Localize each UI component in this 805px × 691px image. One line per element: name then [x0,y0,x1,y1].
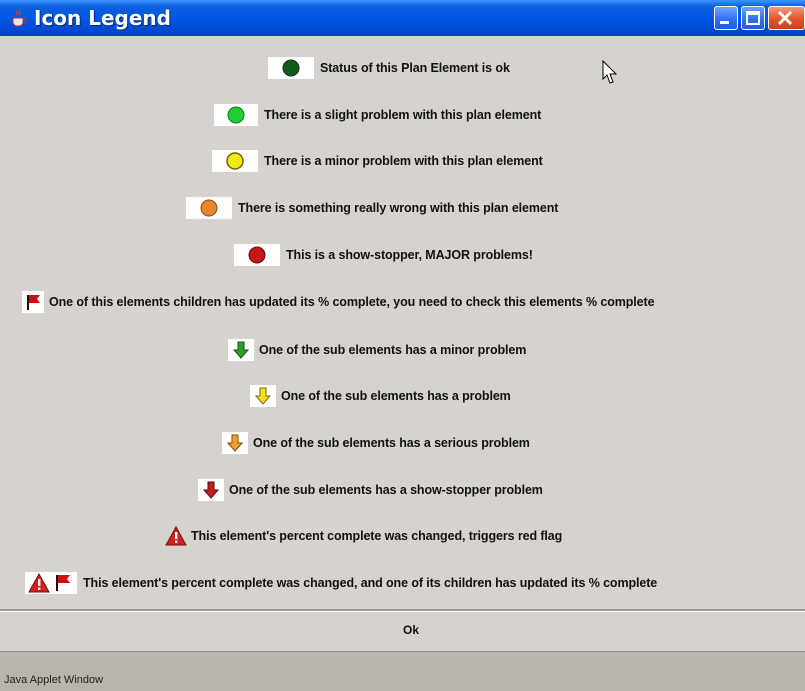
legend-label: One of the sub elements has a problem [281,389,511,403]
minimize-icon [720,21,729,24]
close-button[interactable] [768,6,805,30]
red-down-arrow-icon [198,479,224,501]
legend-label: One of the sub elements has a minor prob… [259,343,527,357]
legend-label: Status of this Plan Element is ok [320,61,510,75]
warning-triangle-and-flag-icon [25,572,77,594]
warning-triangle-icon [164,525,188,547]
legend-label: This element's percent complete was chan… [191,529,563,543]
legend-label: One of the sub elements has a serious pr… [253,436,530,450]
legend-row: There is a minor problem with this plan … [0,149,805,173]
legend-label: There is a minor problem with this plan … [264,154,543,168]
legend-content: Status of this Plan Element is ok There … [0,36,805,610]
legend-label: There is a slight problem with this plan… [264,108,542,122]
yellow-status-icon [212,150,258,172]
legend-row: Status of this Plan Element is ok [0,56,805,80]
java-cup-icon [12,9,27,27]
minimize-button[interactable] [714,6,738,30]
legend-label: One of the sub elements has a show-stopp… [229,483,543,497]
mouse-cursor-icon [602,60,618,84]
legend-label: This element's percent complete was chan… [83,576,658,590]
legend-label: One of this elements children has update… [49,295,655,309]
green-down-arrow-icon [228,339,254,361]
status-bar: Java Applet Window [0,651,805,691]
legend-row: One of the sub elements has a minor prob… [0,338,805,362]
title-bar[interactable]: Icon Legend [0,0,805,36]
legend-row: One of the sub elements has a problem [0,384,805,408]
red-status-icon [234,244,280,266]
legend-row: There is something really wrong with thi… [0,196,805,220]
legend-row: This element's percent complete was chan… [0,524,805,548]
legend-row: One of the sub elements has a serious pr… [0,431,805,455]
legend-row: There is a slight problem with this plan… [0,103,805,127]
dark-green-status-icon [268,57,314,79]
window-title: Icon Legend [34,6,171,30]
orange-status-icon [186,197,232,219]
legend-label: There is something really wrong with thi… [238,201,559,215]
ok-button[interactable]: Ok [398,619,424,641]
legend-row: This element's percent complete was chan… [0,571,805,595]
light-green-status-icon [214,104,258,126]
applet-warning-text: Java Applet Window [4,674,104,686]
button-panel: Ok [0,612,805,650]
close-icon [777,10,793,26]
legend-row: One of the sub elements has a show-stopp… [0,478,805,502]
yellow-down-arrow-icon [250,385,276,407]
maximize-button[interactable] [741,6,765,30]
red-flag-icon [22,291,44,313]
legend-row: This is a show-stopper, MAJOR problems! [0,243,805,267]
icon-legend-window: Icon Legend Status of this Plan Element … [0,0,805,691]
legend-label: This is a show-stopper, MAJOR problems! [286,248,533,262]
legend-row: One of this elements children has update… [0,290,805,314]
maximize-icon [746,11,760,25]
orange-down-arrow-icon [222,432,248,454]
